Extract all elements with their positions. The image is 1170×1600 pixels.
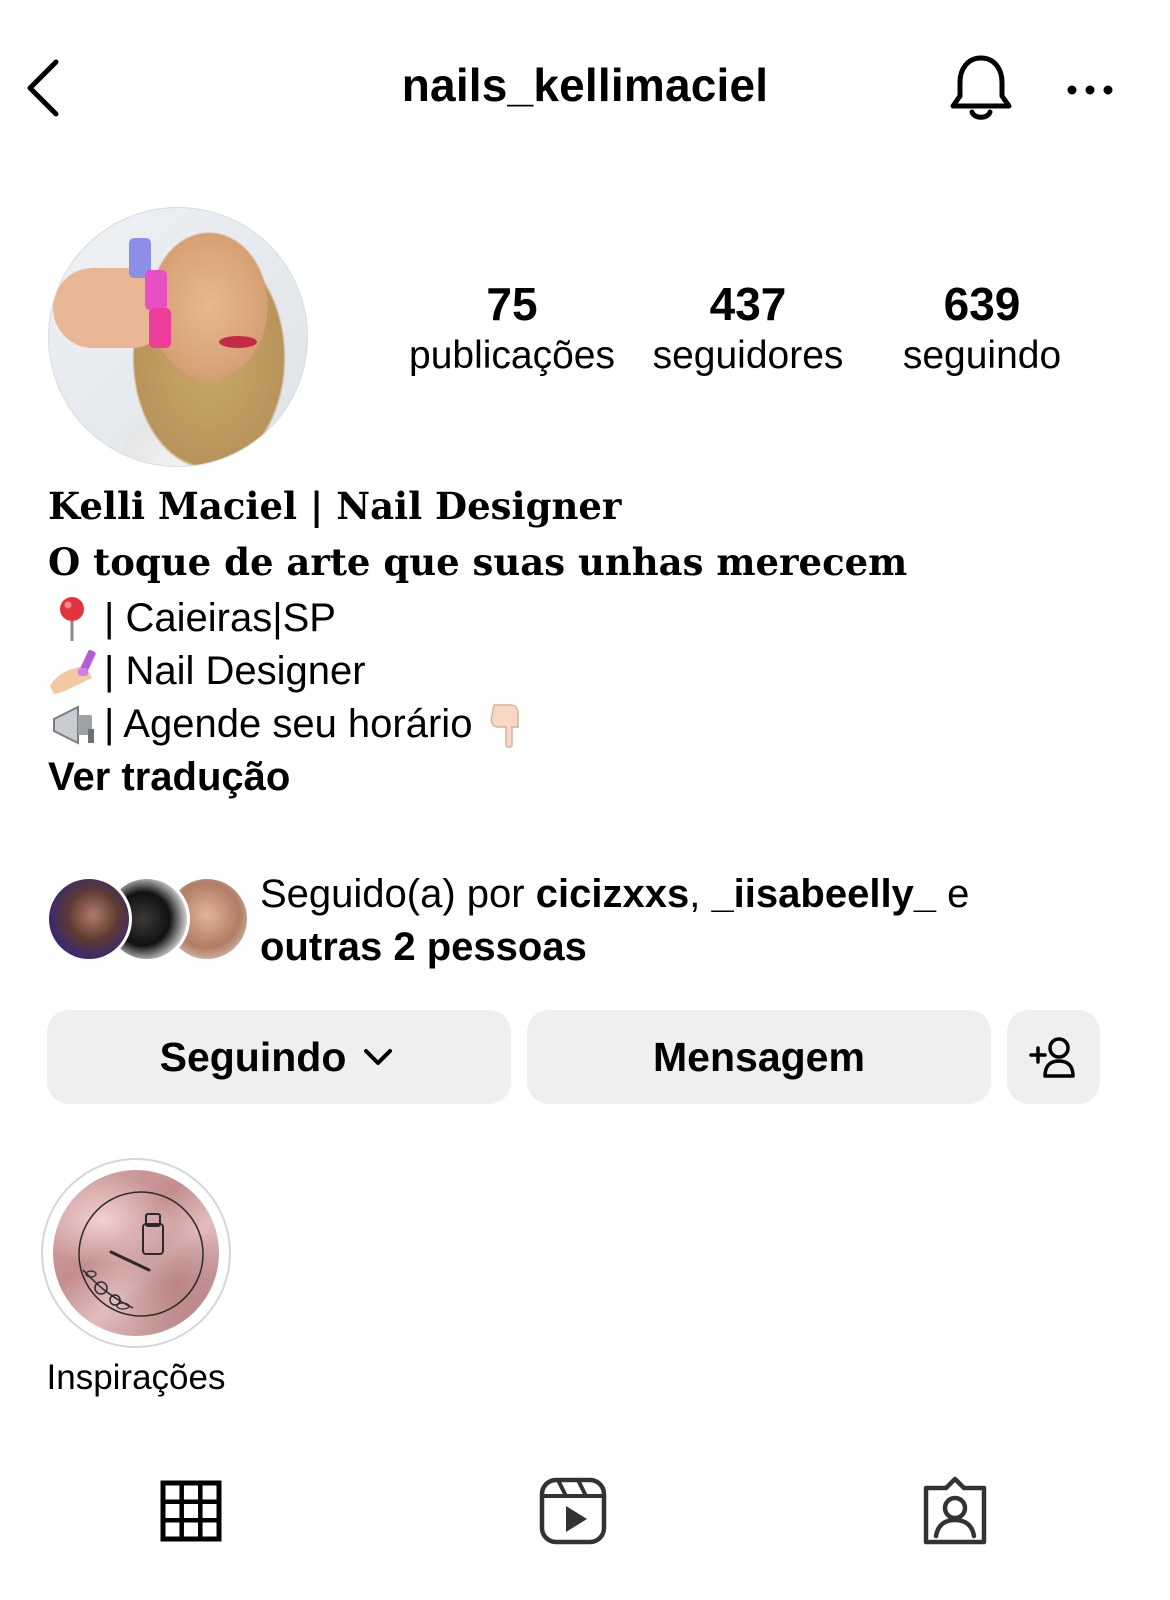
bio-line-booking: | Agende seu horário (48, 698, 1128, 751)
message-label: Mensagem (653, 1033, 865, 1080)
bio-line-profession: | Nail Designer (48, 645, 1128, 698)
reels-icon (539, 1477, 607, 1545)
loudspeaker-icon (48, 701, 104, 749)
avatar (46, 876, 132, 962)
display-name: Kelli Maciel | Nail Designer (48, 484, 622, 528)
profile-bio: Kelli Maciel | Nail Designer O toque de … (48, 480, 1128, 804)
story-highlight-inspiracoes[interactable] (41, 1158, 231, 1348)
translate-link[interactable]: Ver tradução (48, 751, 290, 804)
tagged-icon (923, 1476, 987, 1545)
notifications-button[interactable] (948, 52, 1014, 124)
back-button[interactable] (22, 56, 70, 120)
message-button[interactable]: Mensagem (527, 1010, 991, 1104)
followed-by-prefix: Seguido(a) por (260, 872, 536, 916)
stat-count: 75 (486, 278, 538, 330)
mutual-follower-name: _iisabeelly_ (711, 872, 937, 916)
mutual-followers-avatars[interactable] (46, 876, 250, 966)
bio-tagline: O toque de arte que suas unhas merecem (48, 540, 908, 584)
conjunction: e (936, 872, 970, 916)
stat-count: 437 (709, 278, 787, 330)
lips-shape (219, 336, 257, 348)
highlight-label: Inspirações (46, 1358, 226, 1397)
chevron-down-icon (364, 1049, 393, 1065)
pointing-down-icon (480, 701, 536, 749)
bell-icon (950, 55, 1012, 120)
tab-reels[interactable] (528, 1470, 618, 1560)
stat-followers[interactable]: 437 seguidores (628, 278, 868, 382)
polish-bottle (145, 270, 167, 310)
polish-bottle (149, 308, 171, 348)
nail-polish-icon (48, 648, 104, 696)
bio-line-location: | Caieiras|SP (48, 592, 1128, 645)
stat-posts[interactable]: 75 publicações (392, 278, 632, 382)
grid-icon (160, 1480, 222, 1542)
stat-count: 639 (943, 278, 1021, 330)
following-label: Seguindo (159, 1033, 347, 1080)
mutual-follower-name: cicizxxs (535, 872, 690, 916)
tab-tagged[interactable] (910, 1470, 1000, 1560)
bio-line-text: | Caieiras|SP (104, 596, 336, 640)
add-person-icon (1028, 1037, 1075, 1078)
profile-avatar[interactable] (48, 207, 308, 467)
nail-polish-icon (78, 1191, 204, 1317)
mutual-followers-others: outras 2 pessoas (260, 925, 587, 969)
followed-by-text[interactable]: Seguido(a) por cicizxxs, _iisabeelly_ e … (260, 868, 1140, 974)
tab-posts-grid[interactable] (146, 1470, 236, 1560)
bio-line-text: | Nail Designer (104, 649, 366, 693)
stat-label: seguindo (902, 334, 1062, 377)
separator: , (689, 872, 712, 916)
stat-label: seguidores (652, 334, 844, 377)
round-pushpin-icon (48, 595, 104, 643)
bio-line-text: | Agende seu horário (104, 702, 473, 746)
stat-label: publicações (409, 334, 615, 377)
suggest-people-button[interactable] (1007, 1010, 1100, 1104)
more-options-button[interactable] (1062, 70, 1122, 110)
chevron-left-icon (27, 59, 59, 117)
stat-following[interactable]: 639 seguindo (862, 278, 1102, 382)
more-horizontal-icon (1067, 85, 1113, 95)
following-button[interactable]: Seguindo (47, 1010, 511, 1104)
highlight-cover (53, 1170, 219, 1336)
